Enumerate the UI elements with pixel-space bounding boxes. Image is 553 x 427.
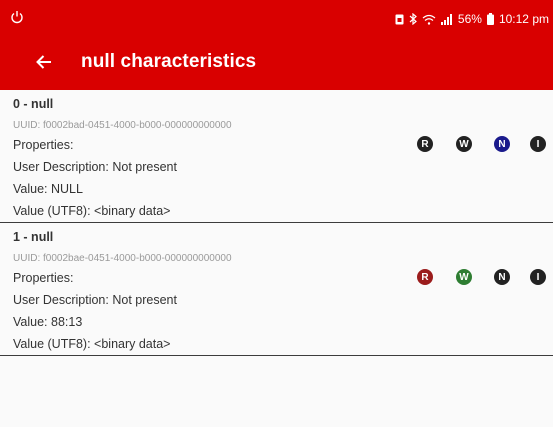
characteristic-item[interactable]: 1 - null UUID: f0002bae-0451-4000-b000-0… bbox=[0, 224, 553, 356]
battery-percent: 56% bbox=[457, 12, 482, 26]
user-description: User Description: Not present bbox=[13, 293, 177, 307]
characteristic-value-utf8: Value (UTF8): <binary data> bbox=[13, 204, 171, 218]
back-button[interactable] bbox=[28, 48, 60, 80]
sim-icon bbox=[395, 14, 404, 25]
status-bar: 56% 10:12 pm bbox=[0, 0, 553, 38]
characteristic-name: 0 - null bbox=[13, 97, 54, 111]
write-property-icon[interactable]: W bbox=[456, 269, 472, 285]
characteristic-value: Value: 88:13 bbox=[13, 315, 83, 329]
app-bar: null characteristics bbox=[0, 38, 553, 90]
read-property-icon[interactable]: R bbox=[417, 136, 433, 152]
read-property-icon[interactable]: R bbox=[417, 269, 433, 285]
characteristic-uuid: UUID: f0002bad-0451-4000-b000-0000000000… bbox=[13, 120, 232, 131]
write-property-icon[interactable]: W bbox=[456, 136, 472, 152]
property-icons: R W N I bbox=[0, 269, 553, 289]
indicate-property-icon[interactable]: I bbox=[530, 269, 546, 285]
status-time: 10:12 pm bbox=[498, 12, 549, 26]
power-icon bbox=[10, 10, 24, 24]
bluetooth-icon bbox=[409, 13, 417, 25]
notify-property-icon[interactable]: N bbox=[494, 269, 510, 285]
characteristic-value-utf8: Value (UTF8): <binary data> bbox=[13, 337, 171, 351]
arrow-left-icon bbox=[36, 54, 52, 74]
characteristic-uuid: UUID: f0002bae-0451-4000-b000-0000000000… bbox=[13, 253, 232, 264]
user-description: User Description: Not present bbox=[13, 160, 177, 174]
property-icons: R W N I bbox=[0, 136, 553, 156]
status-right-group: 56% 10:12 pm bbox=[395, 12, 549, 26]
indicate-property-icon[interactable]: I bbox=[530, 136, 546, 152]
characteristic-value: Value: NULL bbox=[13, 182, 83, 196]
battery-icon bbox=[486, 13, 494, 25]
signal-icon bbox=[440, 13, 453, 25]
notify-property-icon[interactable]: N bbox=[494, 136, 510, 152]
app-root: 56% 10:12 pm null characteristics 0 - nu… bbox=[0, 0, 553, 427]
page-title: null characteristics bbox=[81, 51, 257, 72]
wifi-icon bbox=[422, 14, 436, 25]
characteristic-item[interactable]: 0 - null UUID: f0002bad-0451-4000-b000-0… bbox=[0, 91, 553, 223]
characteristic-name: 1 - null bbox=[13, 230, 54, 244]
